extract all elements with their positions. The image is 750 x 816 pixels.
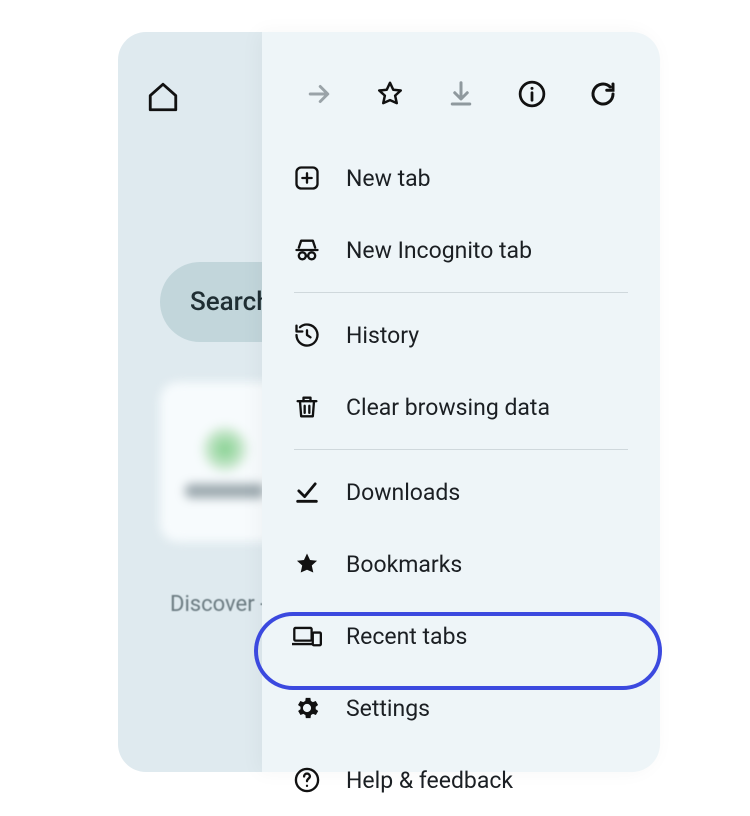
app-frame: Search Discover - xyxy=(0,0,750,800)
menu-item-label: History xyxy=(346,322,419,349)
search-label: Search xyxy=(190,287,271,317)
forward-icon xyxy=(295,70,343,118)
menu-item-downloads[interactable]: Downloads xyxy=(274,456,648,528)
trash-icon xyxy=(292,392,322,422)
home-icon[interactable] xyxy=(146,80,180,114)
plus-square-icon xyxy=(292,163,322,193)
menu-divider xyxy=(294,292,628,293)
devices-icon xyxy=(292,621,322,651)
menu-list: New tab New Incognito tab H xyxy=(262,142,660,816)
history-icon xyxy=(292,320,322,350)
menu-item-label: Help & feedback xyxy=(346,767,513,794)
help-icon xyxy=(292,765,322,795)
menu-item-label: Clear browsing data xyxy=(346,394,550,421)
menu-item-history[interactable]: History xyxy=(274,299,648,371)
menu-item-label: Settings xyxy=(346,695,430,722)
menu-item-settings[interactable]: Settings xyxy=(274,672,648,744)
menu-top-row xyxy=(262,70,660,142)
download-icon[interactable] xyxy=(437,70,485,118)
menu-item-label: New tab xyxy=(346,165,431,192)
overflow-menu: New tab New Incognito tab H xyxy=(262,32,660,772)
incognito-icon xyxy=(292,235,322,265)
info-icon[interactable] xyxy=(508,70,556,118)
menu-item-incognito[interactable]: New Incognito tab xyxy=(274,214,648,286)
menu-item-clear-data[interactable]: Clear browsing data xyxy=(274,371,648,443)
download-check-icon xyxy=(292,477,322,507)
gear-icon xyxy=(292,693,322,723)
star-icon[interactable] xyxy=(366,70,414,118)
reload-icon[interactable] xyxy=(579,70,627,118)
menu-item-bookmarks[interactable]: Bookmarks xyxy=(274,528,648,600)
menu-item-label: New Incognito tab xyxy=(346,237,532,264)
discover-label: Discover - xyxy=(170,592,266,617)
menu-item-label: Bookmarks xyxy=(346,551,462,578)
menu-item-recent-tabs[interactable]: Recent tabs xyxy=(274,600,648,672)
star-filled-icon xyxy=(292,549,322,579)
menu-item-label: Downloads xyxy=(346,479,460,506)
menu-item-new-tab[interactable]: New tab xyxy=(274,142,648,214)
menu-item-label: Recent tabs xyxy=(346,623,467,650)
menu-divider xyxy=(294,449,628,450)
menu-item-help[interactable]: Help & feedback xyxy=(274,744,648,816)
